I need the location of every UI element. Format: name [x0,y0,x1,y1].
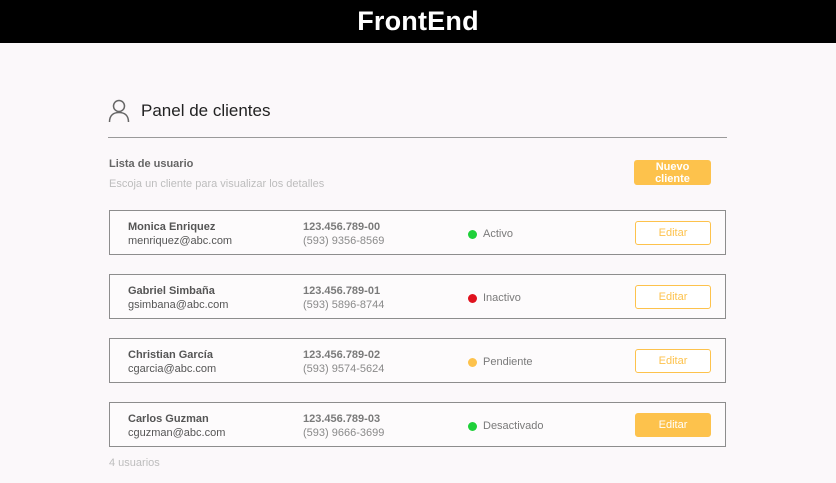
status-indicator: Pendiente [468,356,533,368]
client-row[interactable]: Monica Enriquez menriquez@abc.com 123.45… [109,210,726,255]
edit-button[interactable]: Editar [635,413,711,437]
list-title: Lista de usuario [109,158,194,170]
client-name: Christian García [128,349,213,361]
client-id: 123.456.789-02 [303,349,381,361]
status-label: Activo [483,228,513,240]
app-brand: FrontEnd [357,6,479,36]
client-id: 123.456.789-01 [303,285,381,297]
edit-button[interactable]: Editar [635,285,711,309]
status-label: Inactivo [483,292,521,304]
status-dot-icon [468,293,477,303]
client-phone: (593) 9356-8569 [303,235,385,247]
client-email: cgarcia@abc.com [128,363,217,375]
client-phone: (593) 9574-5624 [303,363,385,375]
status-indicator: Activo [468,228,513,240]
client-id: 123.456.789-03 [303,413,381,425]
client-panel-page: Panel de clientes Lista de usuario Escoj… [0,43,836,483]
status-dot-icon [468,229,477,239]
client-row[interactable]: Christian García cgarcia@abc.com 123.456… [109,338,726,383]
status-dot-icon [468,357,477,367]
client-phone: (593) 9666-3699 [303,427,385,439]
header-divider [108,137,727,138]
client-name: Gabriel Simbaña [128,285,215,297]
client-name: Monica Enriquez [128,221,216,233]
client-row[interactable]: Gabriel Simbaña gsimbana@abc.com 123.456… [109,274,726,319]
new-client-button[interactable]: Nuevo cliente [634,160,711,185]
panel-header: Panel de clientes [108,99,270,123]
status-label: Desactivado [483,420,544,432]
client-email: cguzman@abc.com [128,427,226,439]
client-id: 123.456.789-00 [303,221,381,233]
status-indicator: Inactivo [468,292,521,304]
client-name: Carlos Guzman [128,413,209,425]
top-bar: FrontEnd [0,0,836,43]
page-title: Panel de clientes [141,101,271,120]
list-subtitle: Escoja un cliente para visualizar los de… [109,178,325,190]
user-icon [108,99,130,123]
client-email: menriquez@abc.com [128,235,233,247]
status-indicator: Desactivado [468,420,544,432]
client-email: gsimbana@abc.com [128,299,229,311]
edit-button[interactable]: Editar [635,349,711,373]
edit-button[interactable]: Editar [635,221,711,245]
status-dot-icon [468,421,477,431]
status-label: Pendiente [483,356,533,368]
client-phone: (593) 5896-8744 [303,299,385,311]
user-count: 4 usuarios [109,457,160,469]
client-row[interactable]: Carlos Guzman cguzman@abc.com 123.456.78… [109,402,726,447]
